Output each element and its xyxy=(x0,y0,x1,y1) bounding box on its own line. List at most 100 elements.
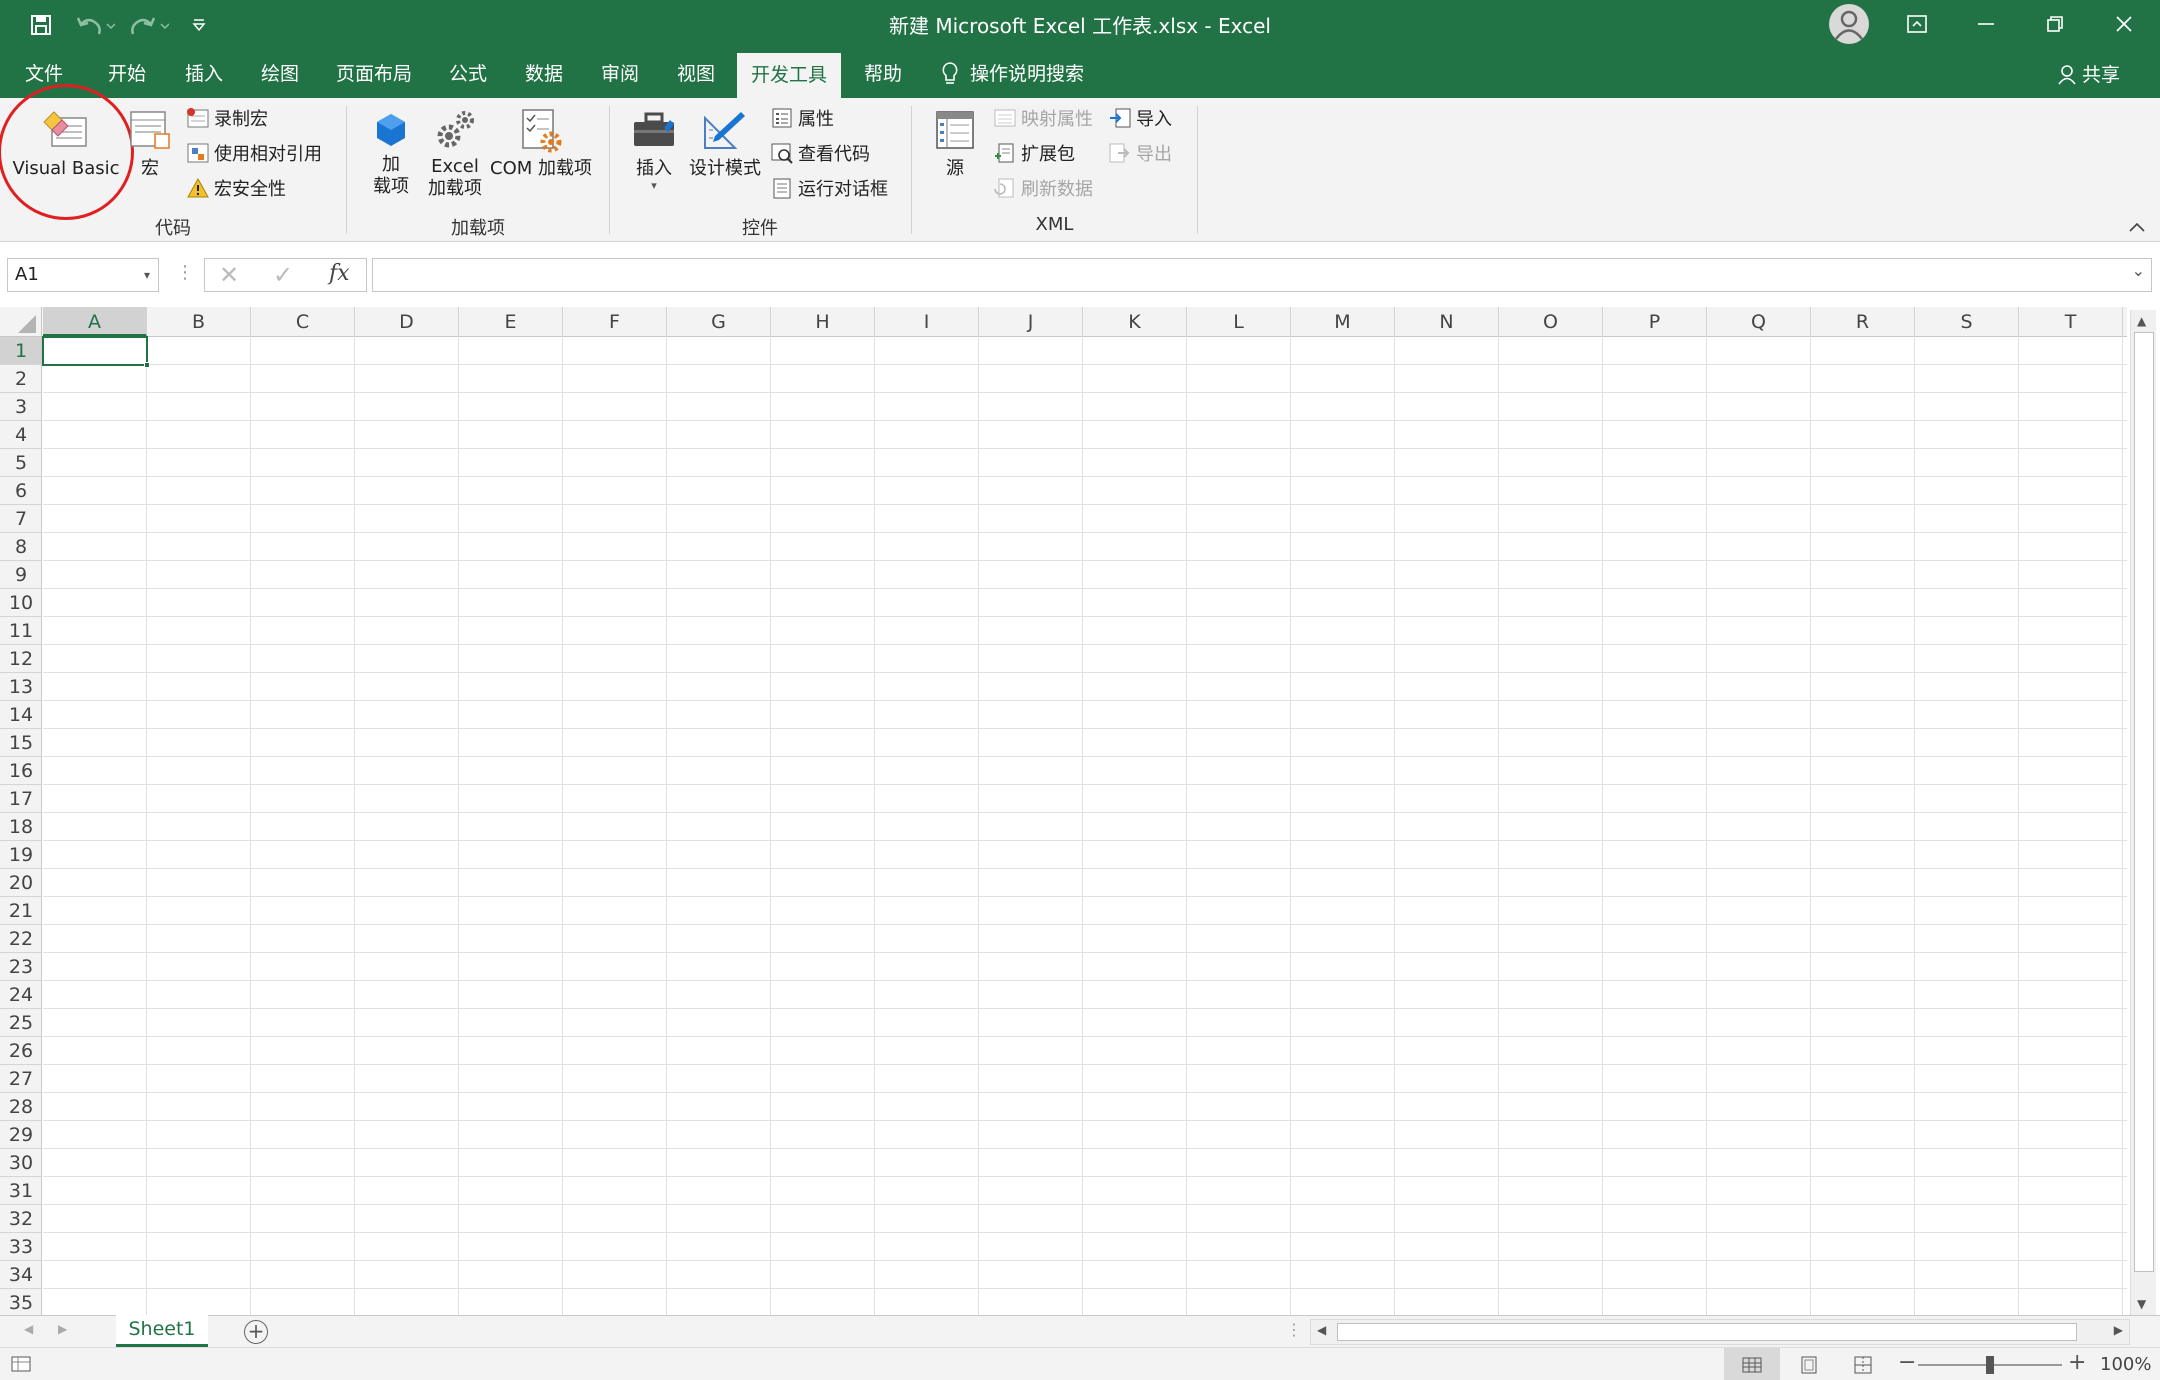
design-mode-button[interactable]: 设计模式 xyxy=(686,108,764,180)
properties-button[interactable]: 属性 xyxy=(770,104,834,132)
column-header-m[interactable]: M xyxy=(1291,307,1395,337)
insert-control-button[interactable]: 插入 ▾ xyxy=(622,110,686,192)
tab-page-layout[interactable]: 页面布局 xyxy=(326,50,422,98)
enter-icon[interactable]: ✓ xyxy=(273,261,293,289)
split-handle-icon[interactable]: ⋮ xyxy=(1286,1320,1302,1339)
tab-data[interactable]: 数据 xyxy=(508,50,580,98)
row-header-1[interactable]: 1 xyxy=(0,337,41,365)
zoom-out-button[interactable]: − xyxy=(1898,1350,1916,1375)
next-sheet-icon[interactable]: ▶ xyxy=(58,1322,67,1336)
macros-button[interactable]: 宏 xyxy=(124,108,176,180)
collapse-ribbon-icon[interactable] xyxy=(2128,218,2146,237)
row-header-6[interactable]: 6 xyxy=(0,477,41,505)
column-header-q[interactable]: Q xyxy=(1707,307,1811,337)
tell-me-search[interactable]: 操作说明搜索 xyxy=(940,50,1100,98)
tab-help[interactable]: 帮助 xyxy=(847,50,919,98)
visual-basic-button[interactable]: Visual Basic xyxy=(8,108,124,180)
select-all-corner[interactable] xyxy=(0,307,42,337)
cancel-icon[interactable]: ✕ xyxy=(219,261,239,289)
row-header-34[interactable]: 34 xyxy=(0,1261,41,1289)
export-button[interactable]: 导出 xyxy=(1108,139,1172,167)
row-header-12[interactable]: 12 xyxy=(0,645,41,673)
view-code-button[interactable]: 查看代码 xyxy=(770,139,870,167)
horizontal-scrollbar[interactable]: ◀ ▶ xyxy=(1310,1319,2130,1345)
row-header-9[interactable]: 9 xyxy=(0,561,41,589)
tab-formulas[interactable]: 公式 xyxy=(432,50,504,98)
import-button[interactable]: 导入 xyxy=(1108,104,1172,132)
com-addins-button[interactable]: COM 加载项 xyxy=(488,108,594,180)
ribbon-display-options-icon[interactable] xyxy=(1883,0,1951,48)
row-header-17[interactable]: 17 xyxy=(0,785,41,813)
row-header-27[interactable]: 27 xyxy=(0,1065,41,1093)
row-header-25[interactable]: 25 xyxy=(0,1009,41,1037)
row-header-33[interactable]: 33 xyxy=(0,1233,41,1261)
row-header-18[interactable]: 18 xyxy=(0,813,41,841)
column-header-j[interactable]: J xyxy=(979,307,1083,337)
previous-sheet-icon[interactable]: ◀ xyxy=(24,1322,33,1336)
row-header-35[interactable]: 35 xyxy=(0,1289,41,1315)
share-button[interactable]: 共享 xyxy=(2056,60,2120,87)
vertical-scrollbar[interactable]: ▲ ▼ xyxy=(2130,310,2156,1315)
horizontal-scroll-thumb[interactable] xyxy=(1337,1323,2077,1341)
row-header-26[interactable]: 26 xyxy=(0,1037,41,1065)
restore-icon[interactable] xyxy=(2021,0,2089,48)
row-header-15[interactable]: 15 xyxy=(0,729,41,757)
name-box[interactable]: A1 ▾ xyxy=(7,258,159,292)
tab-review[interactable]: 审阅 xyxy=(584,50,656,98)
scroll-right-icon[interactable]: ▶ xyxy=(2114,1323,2123,1337)
column-header-d[interactable]: D xyxy=(355,307,459,337)
row-header-5[interactable]: 5 xyxy=(0,449,41,477)
tab-draw[interactable]: 绘图 xyxy=(245,50,315,98)
scroll-down-icon[interactable]: ▼ xyxy=(2137,1297,2146,1311)
insert-function-icon[interactable]: fx xyxy=(329,261,350,286)
tab-view[interactable]: 视图 xyxy=(660,50,732,98)
row-header-29[interactable]: 29 xyxy=(0,1121,41,1149)
tab-file[interactable]: 文件 xyxy=(8,50,80,98)
minimize-icon[interactable] xyxy=(1952,0,2020,48)
row-header-10[interactable]: 10 xyxy=(0,589,41,617)
row-header-4[interactable]: 4 xyxy=(0,421,41,449)
map-properties-button[interactable]: 映射属性 xyxy=(993,104,1093,132)
row-header-7[interactable]: 7 xyxy=(0,505,41,533)
addins-button[interactable]: 加 载项 xyxy=(360,110,422,198)
zoom-in-button[interactable]: + xyxy=(2068,1350,2086,1375)
close-icon[interactable] xyxy=(2090,0,2158,48)
row-header-31[interactable]: 31 xyxy=(0,1177,41,1205)
expand-formula-bar-icon[interactable]: ⌄ xyxy=(2132,261,2145,280)
relative-references-button[interactable]: 使用相对引用 xyxy=(186,139,322,167)
row-header-20[interactable]: 20 xyxy=(0,869,41,897)
row-header-2[interactable]: 2 xyxy=(0,365,41,393)
formula-input[interactable]: ⌄ xyxy=(372,258,2152,292)
vertical-scroll-thumb[interactable] xyxy=(2134,332,2154,1272)
scroll-up-icon[interactable]: ▲ xyxy=(2137,314,2146,328)
add-sheet-button[interactable]: + xyxy=(244,1320,268,1344)
sheet-tab-sheet1[interactable]: Sheet1 xyxy=(116,1315,208,1347)
run-dialog-button[interactable]: 运行对话框 xyxy=(770,174,888,202)
zoom-slider[interactable] xyxy=(1918,1356,2062,1374)
column-header-l[interactable]: L xyxy=(1187,307,1291,337)
drag-handle-icon[interactable]: ⋮ xyxy=(176,262,194,283)
column-header-k[interactable]: K xyxy=(1083,307,1187,337)
column-header-i[interactable]: I xyxy=(875,307,979,337)
expansion-packs-button[interactable]: 扩展包 xyxy=(993,139,1075,167)
row-header-23[interactable]: 23 xyxy=(0,953,41,981)
column-header-n[interactable]: N xyxy=(1395,307,1499,337)
row-header-28[interactable]: 28 xyxy=(0,1093,41,1121)
column-header-f[interactable]: F xyxy=(563,307,667,337)
column-header-g[interactable]: G xyxy=(667,307,771,337)
row-header-8[interactable]: 8 xyxy=(0,533,41,561)
row-header-32[interactable]: 32 xyxy=(0,1205,41,1233)
row-header-13[interactable]: 13 xyxy=(0,673,41,701)
row-header-11[interactable]: 11 xyxy=(0,617,41,645)
macro-recording-status-icon[interactable] xyxy=(10,1354,32,1379)
macro-security-button[interactable]: 宏安全性 xyxy=(186,174,286,202)
zoom-level[interactable]: 100% xyxy=(2100,1354,2151,1375)
row-header-24[interactable]: 24 xyxy=(0,981,41,1009)
excel-addins-button[interactable]: Excel 加载项 xyxy=(424,108,486,200)
row-header-30[interactable]: 30 xyxy=(0,1149,41,1177)
avatar[interactable] xyxy=(1829,4,1869,44)
page-break-view-button[interactable] xyxy=(1838,1348,1888,1380)
page-layout-view-button[interactable] xyxy=(1784,1348,1834,1380)
normal-view-button[interactable] xyxy=(1724,1348,1780,1380)
column-header-t[interactable]: T xyxy=(2019,307,2123,337)
